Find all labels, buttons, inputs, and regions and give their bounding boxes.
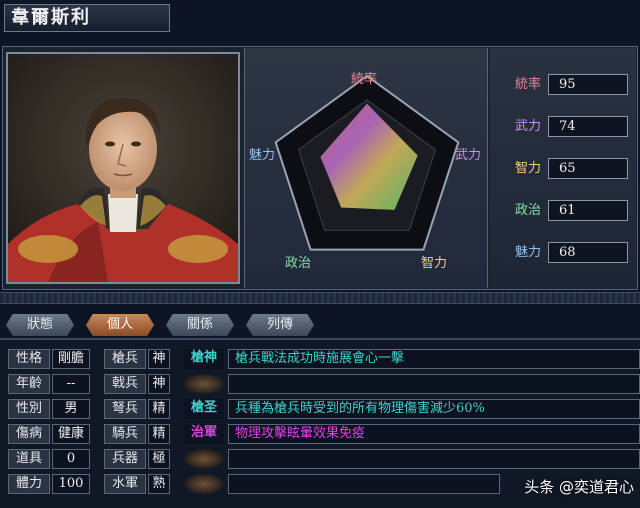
tab-personal[interactable]: 個人 bbox=[86, 314, 154, 336]
tab-biography[interactable]: 列傳 bbox=[246, 314, 314, 336]
skill-name-cavalry: 騎兵 bbox=[104, 424, 146, 444]
attr-label-health: 傷病 bbox=[8, 424, 50, 444]
stat-label: 統率 bbox=[514, 77, 541, 92]
portrait-image bbox=[8, 54, 238, 282]
radar-label-war: 武力 bbox=[455, 148, 482, 163]
stat-row-intelligence: 智力 65 bbox=[510, 158, 632, 180]
stat-row-charisma: 魅力 68 bbox=[510, 242, 632, 264]
attr-label-items: 道具 bbox=[8, 449, 50, 469]
special-skill-desc-empty bbox=[228, 449, 640, 469]
special-skill-desc: 槍兵戰法成功時施展會心一擊 bbox=[228, 349, 640, 369]
skill-name-spear: 槍兵 bbox=[104, 349, 146, 369]
special-skill-tag[interactable]: 槍圣 bbox=[184, 399, 224, 419]
stat-label: 魅力 bbox=[514, 245, 541, 260]
attr-label-age: 年齡 bbox=[8, 374, 50, 394]
skill-grade-navy: 熟 bbox=[148, 474, 170, 494]
radar-label-charisma: 魅力 bbox=[249, 148, 276, 163]
attr-value-items: 0 bbox=[52, 449, 90, 469]
special-skill-slot-empty[interactable] bbox=[184, 449, 224, 469]
tab-status[interactable]: 狀態 bbox=[6, 314, 74, 336]
special-skill-desc: 兵種為槍兵時受到的所有物理傷害減少60% bbox=[228, 399, 640, 419]
attr-value-personality: 剛膽 bbox=[52, 349, 90, 369]
stat-row-politics: 政治 61 bbox=[510, 200, 632, 222]
watermark: 头条 @奕道君心 bbox=[524, 478, 634, 496]
stat-row-leadership: 統率 95 bbox=[510, 74, 632, 96]
attr-label-personality: 性格 bbox=[8, 349, 50, 369]
stat-label: 政治 bbox=[514, 203, 541, 218]
special-skill-desc-empty bbox=[228, 474, 500, 494]
portrait bbox=[6, 52, 240, 284]
special-skill-desc: 物理攻擊眩暈效果免疫 bbox=[228, 424, 640, 444]
stat-value: 68 bbox=[548, 242, 628, 263]
section-divider bbox=[0, 292, 640, 304]
stat-label: 智力 bbox=[514, 161, 541, 176]
skill-grade-crossbow: 精 bbox=[148, 399, 170, 419]
tab-relations[interactable]: 關係 bbox=[166, 314, 234, 336]
attr-value-gender: 男 bbox=[52, 399, 90, 419]
stat-value: 74 bbox=[548, 116, 628, 137]
radar-label-politics: 政治 bbox=[285, 256, 312, 271]
stat-value: 65 bbox=[548, 158, 628, 179]
skill-grade-spear: 神 bbox=[148, 349, 170, 369]
attr-label-stamina: 體力 bbox=[8, 474, 50, 494]
radar-label-intelligence: 智力 bbox=[421, 256, 448, 271]
special-skill-slot-empty[interactable] bbox=[184, 374, 224, 394]
stat-value: 95 bbox=[548, 74, 628, 95]
special-skill-tag[interactable]: 治軍 bbox=[184, 424, 224, 444]
special-skill-tag[interactable]: 槍神 bbox=[184, 349, 224, 369]
attr-value-age: -- bbox=[52, 374, 90, 394]
attr-label-gender: 性別 bbox=[8, 399, 50, 419]
stat-value: 61 bbox=[548, 200, 628, 221]
skill-name-crossbow: 弩兵 bbox=[104, 399, 146, 419]
stat-row-war: 武力 74 bbox=[510, 116, 632, 138]
stat-label: 武力 bbox=[514, 119, 541, 134]
character-name: 韋爾斯利 bbox=[4, 4, 170, 32]
special-skill-desc-empty bbox=[228, 374, 640, 394]
radar-chart-panel: 統率 武力 魅力 政治 智力 bbox=[244, 48, 488, 288]
skill-grade-siege: 極 bbox=[148, 449, 170, 469]
attr-value-stamina: 100 bbox=[52, 474, 90, 494]
skill-name-halberd: 戟兵 bbox=[104, 374, 146, 394]
radar-label-leadership: 統率 bbox=[351, 72, 378, 87]
skill-grade-halberd: 神 bbox=[148, 374, 170, 394]
stats-panel: 統率 95 武力 74 智力 65 政治 61 魅力 68 bbox=[490, 48, 636, 288]
skill-name-siege: 兵器 bbox=[104, 449, 146, 469]
special-skill-slot-empty[interactable] bbox=[184, 474, 224, 494]
skill-grade-cavalry: 精 bbox=[148, 424, 170, 444]
attr-value-health: 健康 bbox=[52, 424, 90, 444]
skill-name-navy: 水軍 bbox=[104, 474, 146, 494]
